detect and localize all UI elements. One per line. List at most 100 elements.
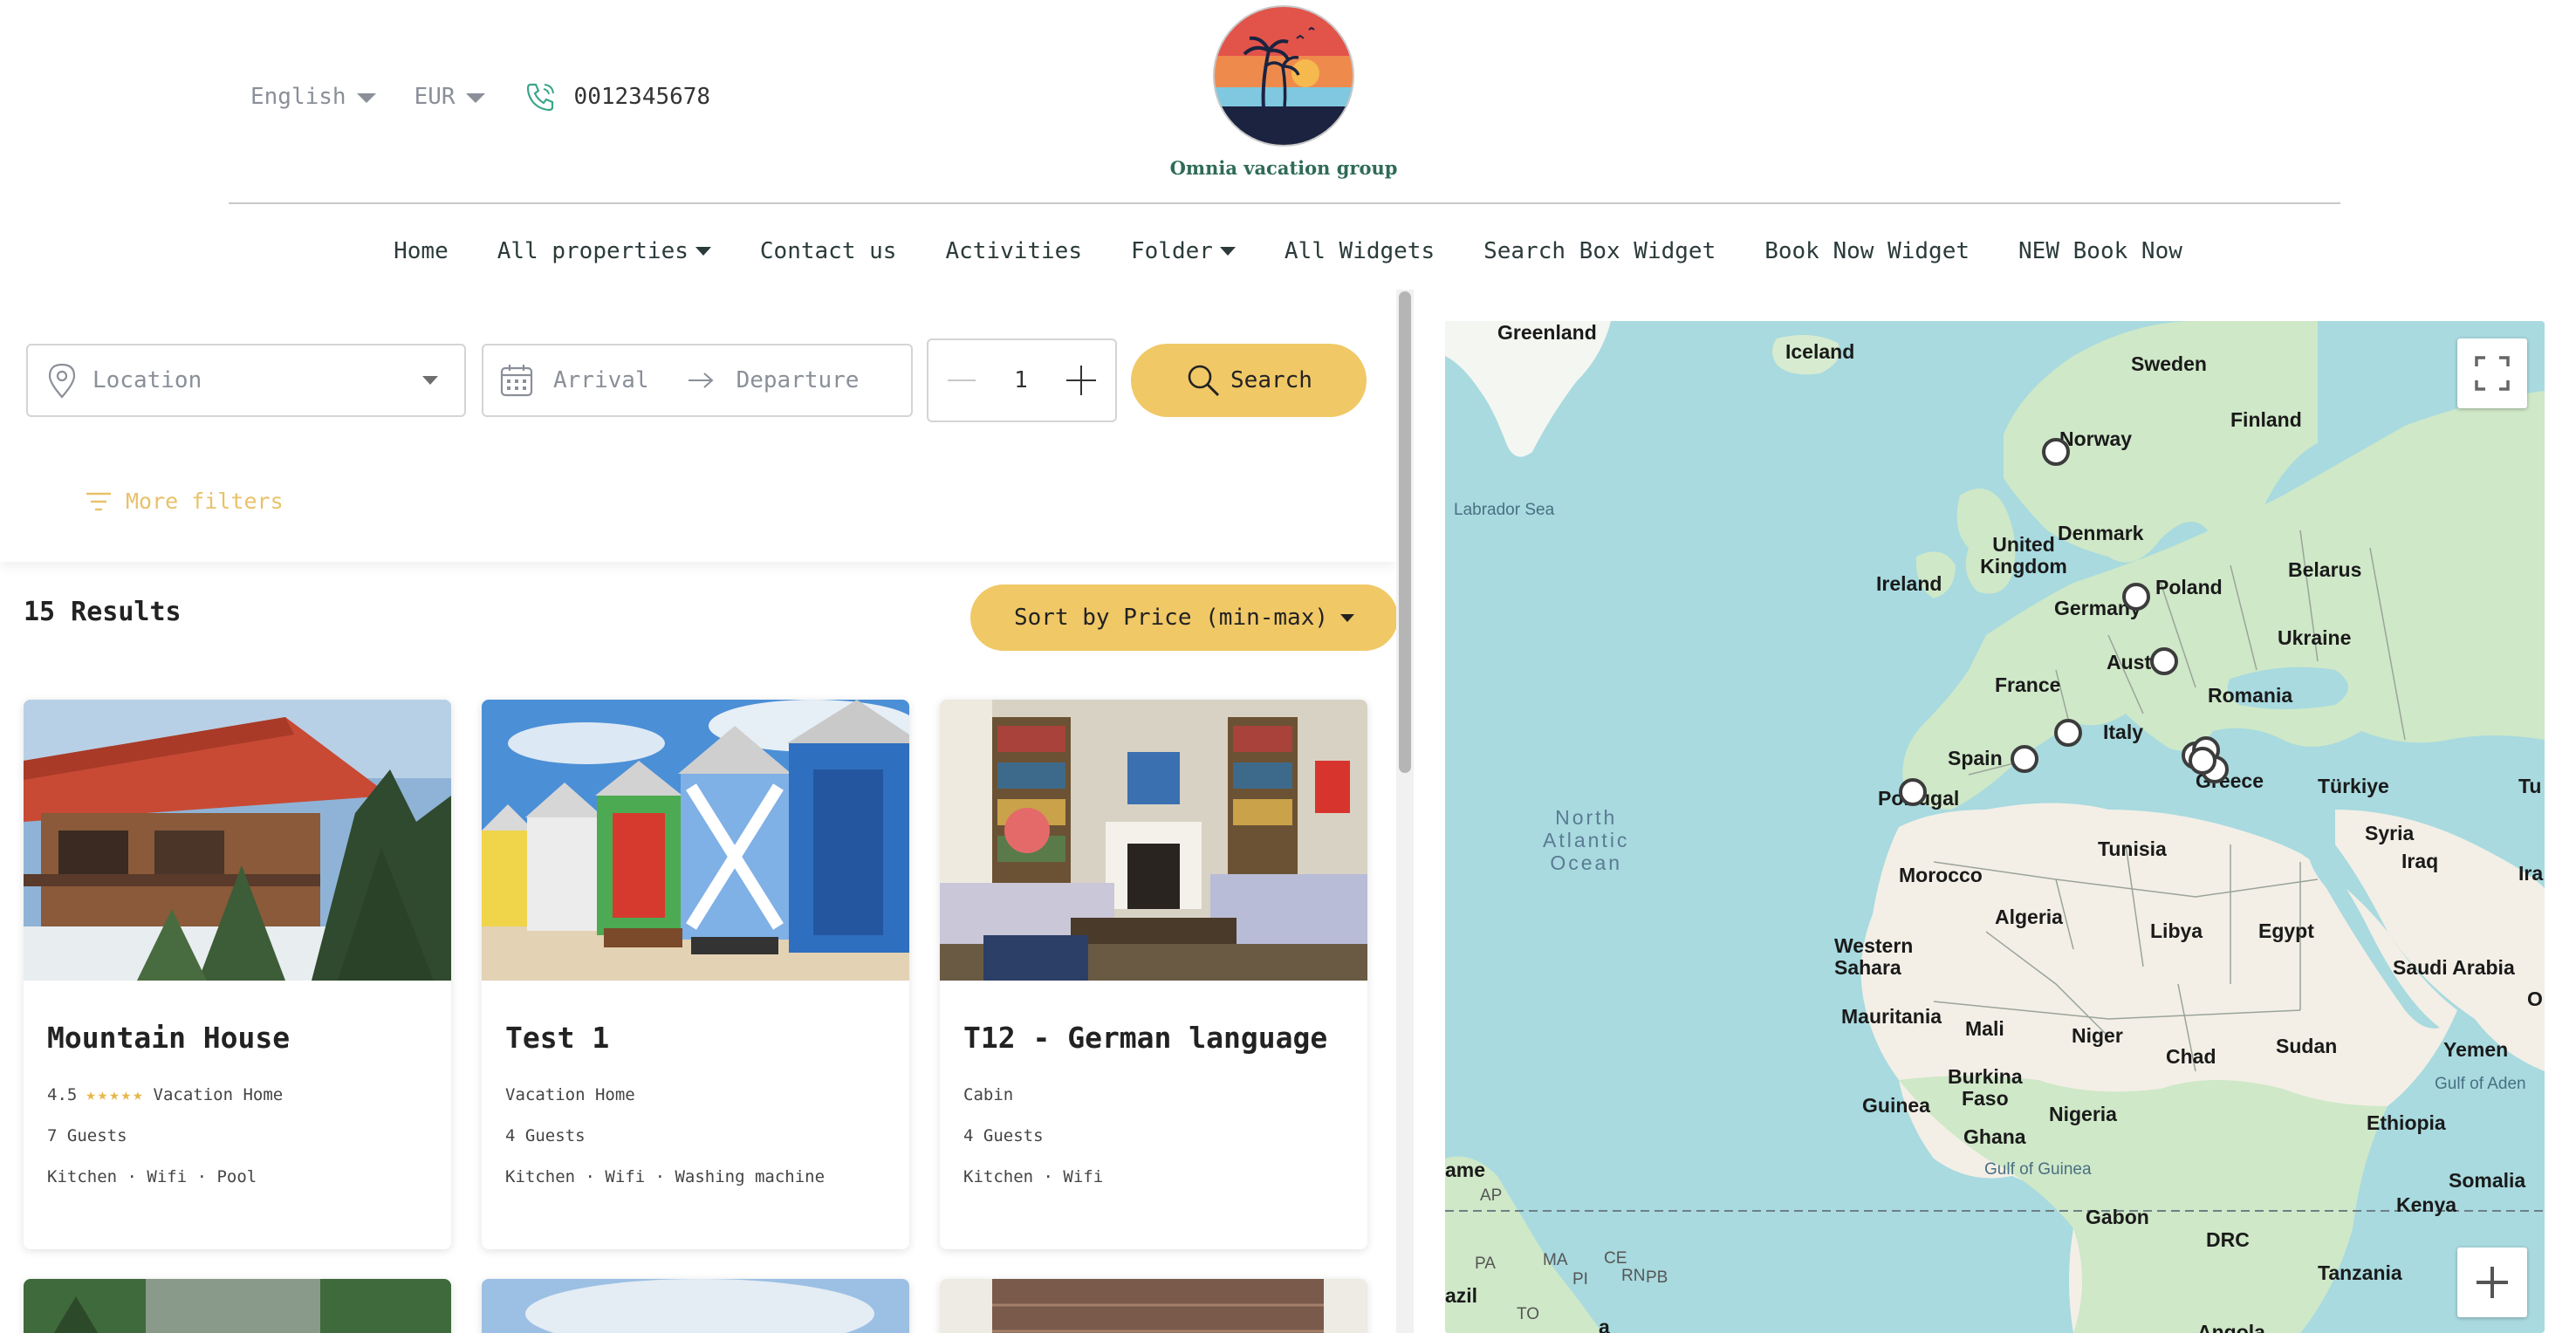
map-label: Gulf of Aden xyxy=(2435,1075,2526,1093)
logo[interactable] xyxy=(1211,3,1356,148)
search-button-label: Search xyxy=(1230,367,1312,393)
results-panel: Location Arrival Departure 1 Search More… xyxy=(0,290,1396,1333)
property-title: Mountain House xyxy=(47,1021,291,1055)
property-type: Vacation Home xyxy=(153,1085,284,1104)
site-header: English EUR 0012345678 Omnia vacation gr… xyxy=(0,0,2576,264)
map-label: Chad xyxy=(2166,1045,2216,1068)
property-photo xyxy=(24,700,451,981)
scrollbar-thumb[interactable] xyxy=(1399,291,1411,773)
map-label: Belarus xyxy=(2288,558,2362,581)
more-filters-button[interactable]: More filters xyxy=(86,489,284,514)
map-label: PI xyxy=(1572,1270,1588,1289)
nav-book-now-widget[interactable]: Book Now Widget xyxy=(1764,238,1970,264)
map-marker[interactable] xyxy=(2042,438,2070,466)
map-label: DRC xyxy=(2206,1228,2250,1251)
property-title: T12 - German language xyxy=(963,1021,1328,1055)
nav-all-properties[interactable]: All properties xyxy=(497,238,711,264)
map-label: Saudi Arabia xyxy=(2393,956,2515,979)
property-card[interactable]: Mountain House 4.5 ★★★★★ Vacation Home 7… xyxy=(24,700,451,1249)
map-label: Mauritania xyxy=(1841,1005,1942,1028)
map-marker[interactable] xyxy=(2054,719,2082,747)
chevron-down-icon xyxy=(422,376,438,385)
nav-all-widgets[interactable]: All Widgets xyxy=(1285,238,1435,264)
map-marker[interactable] xyxy=(2150,647,2178,675)
location-select[interactable]: Location xyxy=(26,344,466,417)
property-amenities: Kitchen · Wifi · Washing machine xyxy=(505,1167,826,1186)
map-label: Ira xyxy=(2518,862,2544,885)
map-label: Tunisia xyxy=(2098,837,2167,860)
search-button[interactable]: Search xyxy=(1131,344,1367,417)
nav-activities[interactable]: Activities xyxy=(945,238,1082,264)
map-label: MA xyxy=(1543,1251,1568,1269)
property-title: Test 1 xyxy=(505,1021,610,1055)
map-label: Angola xyxy=(2197,1321,2265,1333)
property-photo xyxy=(940,1279,1367,1333)
property-type: Cabin xyxy=(963,1085,1014,1104)
increment-guests-button[interactable] xyxy=(1066,366,1096,395)
nav-contact-us[interactable]: Contact us xyxy=(760,238,897,264)
property-card[interactable]: Test 1 Vacation Home 4 Guests Kitchen · … xyxy=(482,700,909,1249)
map-label: Morocco xyxy=(1899,864,1983,886)
property-card[interactable] xyxy=(482,1279,909,1333)
map-label: Niger xyxy=(2072,1024,2123,1047)
property-meta: 4.5 ★★★★★ Vacation Home xyxy=(47,1085,283,1104)
map-fullscreen-button[interactable] xyxy=(2457,338,2527,408)
map-label: Algeria xyxy=(1995,906,2063,928)
map-marker[interactable] xyxy=(2011,745,2038,773)
nav-label: Search Box Widget xyxy=(1483,238,1716,264)
map-label: Tu xyxy=(2518,775,2542,797)
map-label: United Kingdom xyxy=(1980,533,2067,578)
chevron-down-icon xyxy=(465,92,485,103)
map-label: Aust xyxy=(2107,651,2152,673)
nav-label: Home xyxy=(394,238,449,264)
language-selector[interactable]: English xyxy=(250,84,376,110)
sort-label: Sort by Price (min-max) xyxy=(1013,605,1329,631)
map-label: Burkina Faso xyxy=(1948,1065,2023,1110)
property-photo xyxy=(482,700,909,981)
map-label: Nigeria xyxy=(2049,1103,2117,1125)
map-label: Türkiye xyxy=(2318,775,2389,797)
arrival-placeholder[interactable]: Arrival xyxy=(553,367,649,393)
map-label: CE xyxy=(1604,1249,1627,1268)
nav-folder[interactable]: Folder xyxy=(1131,238,1236,264)
nav-label: Contact us xyxy=(759,238,897,264)
more-filters-label: More filters xyxy=(126,489,284,514)
map-label: PB xyxy=(1646,1268,1668,1287)
currency-selector[interactable]: EUR xyxy=(414,84,485,110)
map-marker[interactable] xyxy=(2122,583,2150,611)
guest-stepper: 1 xyxy=(927,338,1117,422)
map-label: Sudan xyxy=(2276,1035,2338,1057)
date-range-picker[interactable]: Arrival Departure xyxy=(482,344,913,417)
nav-home[interactable]: Home xyxy=(394,238,449,264)
map-label: Ghana xyxy=(1963,1125,2026,1148)
nav-label: Folder xyxy=(1131,238,1213,264)
guest-count: 1 xyxy=(1014,367,1028,393)
nav-search-box-widget[interactable]: Search Box Widget xyxy=(1483,238,1716,264)
location-pin-icon xyxy=(48,363,76,399)
departure-placeholder[interactable]: Departure xyxy=(736,367,860,393)
map-label: Kenya xyxy=(2396,1193,2457,1216)
nav-label: NEW Book Now xyxy=(2018,238,2182,264)
nav-new-book-now[interactable]: NEW Book Now xyxy=(2018,238,2182,264)
currency-label: EUR xyxy=(414,84,456,110)
property-photo xyxy=(940,700,1367,981)
header-utilities: English EUR 0012345678 xyxy=(250,80,710,113)
property-amenities: Kitchen · Wifi xyxy=(963,1167,1104,1186)
map-label: Yemen xyxy=(2443,1038,2509,1061)
property-card[interactable] xyxy=(24,1279,451,1333)
logo-text: Omnia vacation group xyxy=(1169,157,1398,179)
decrement-guests-button[interactable] xyxy=(948,379,976,381)
property-card[interactable]: T12 - German language Cabin 4 Guests Kit… xyxy=(940,700,1367,1249)
map-marker[interactable] xyxy=(2189,747,2216,775)
map-label: Romania xyxy=(2208,684,2293,707)
sort-dropdown[interactable]: Sort by Price (min-max) xyxy=(970,584,1396,651)
map-label: PA xyxy=(1475,1254,1496,1273)
phone-number[interactable]: 0012345678 xyxy=(574,84,711,110)
nav-label: All properties xyxy=(497,238,689,264)
nav-label: Book Now Widget xyxy=(1764,238,1970,264)
chevron-down-icon xyxy=(356,92,376,103)
property-card[interactable] xyxy=(940,1279,1367,1333)
map-zoom-in-button[interactable] xyxy=(2457,1248,2527,1317)
map-marker[interactable] xyxy=(1899,778,1927,806)
property-map[interactable]: Greenland Iceland Sweden Finland Norway … xyxy=(1445,321,2545,1333)
